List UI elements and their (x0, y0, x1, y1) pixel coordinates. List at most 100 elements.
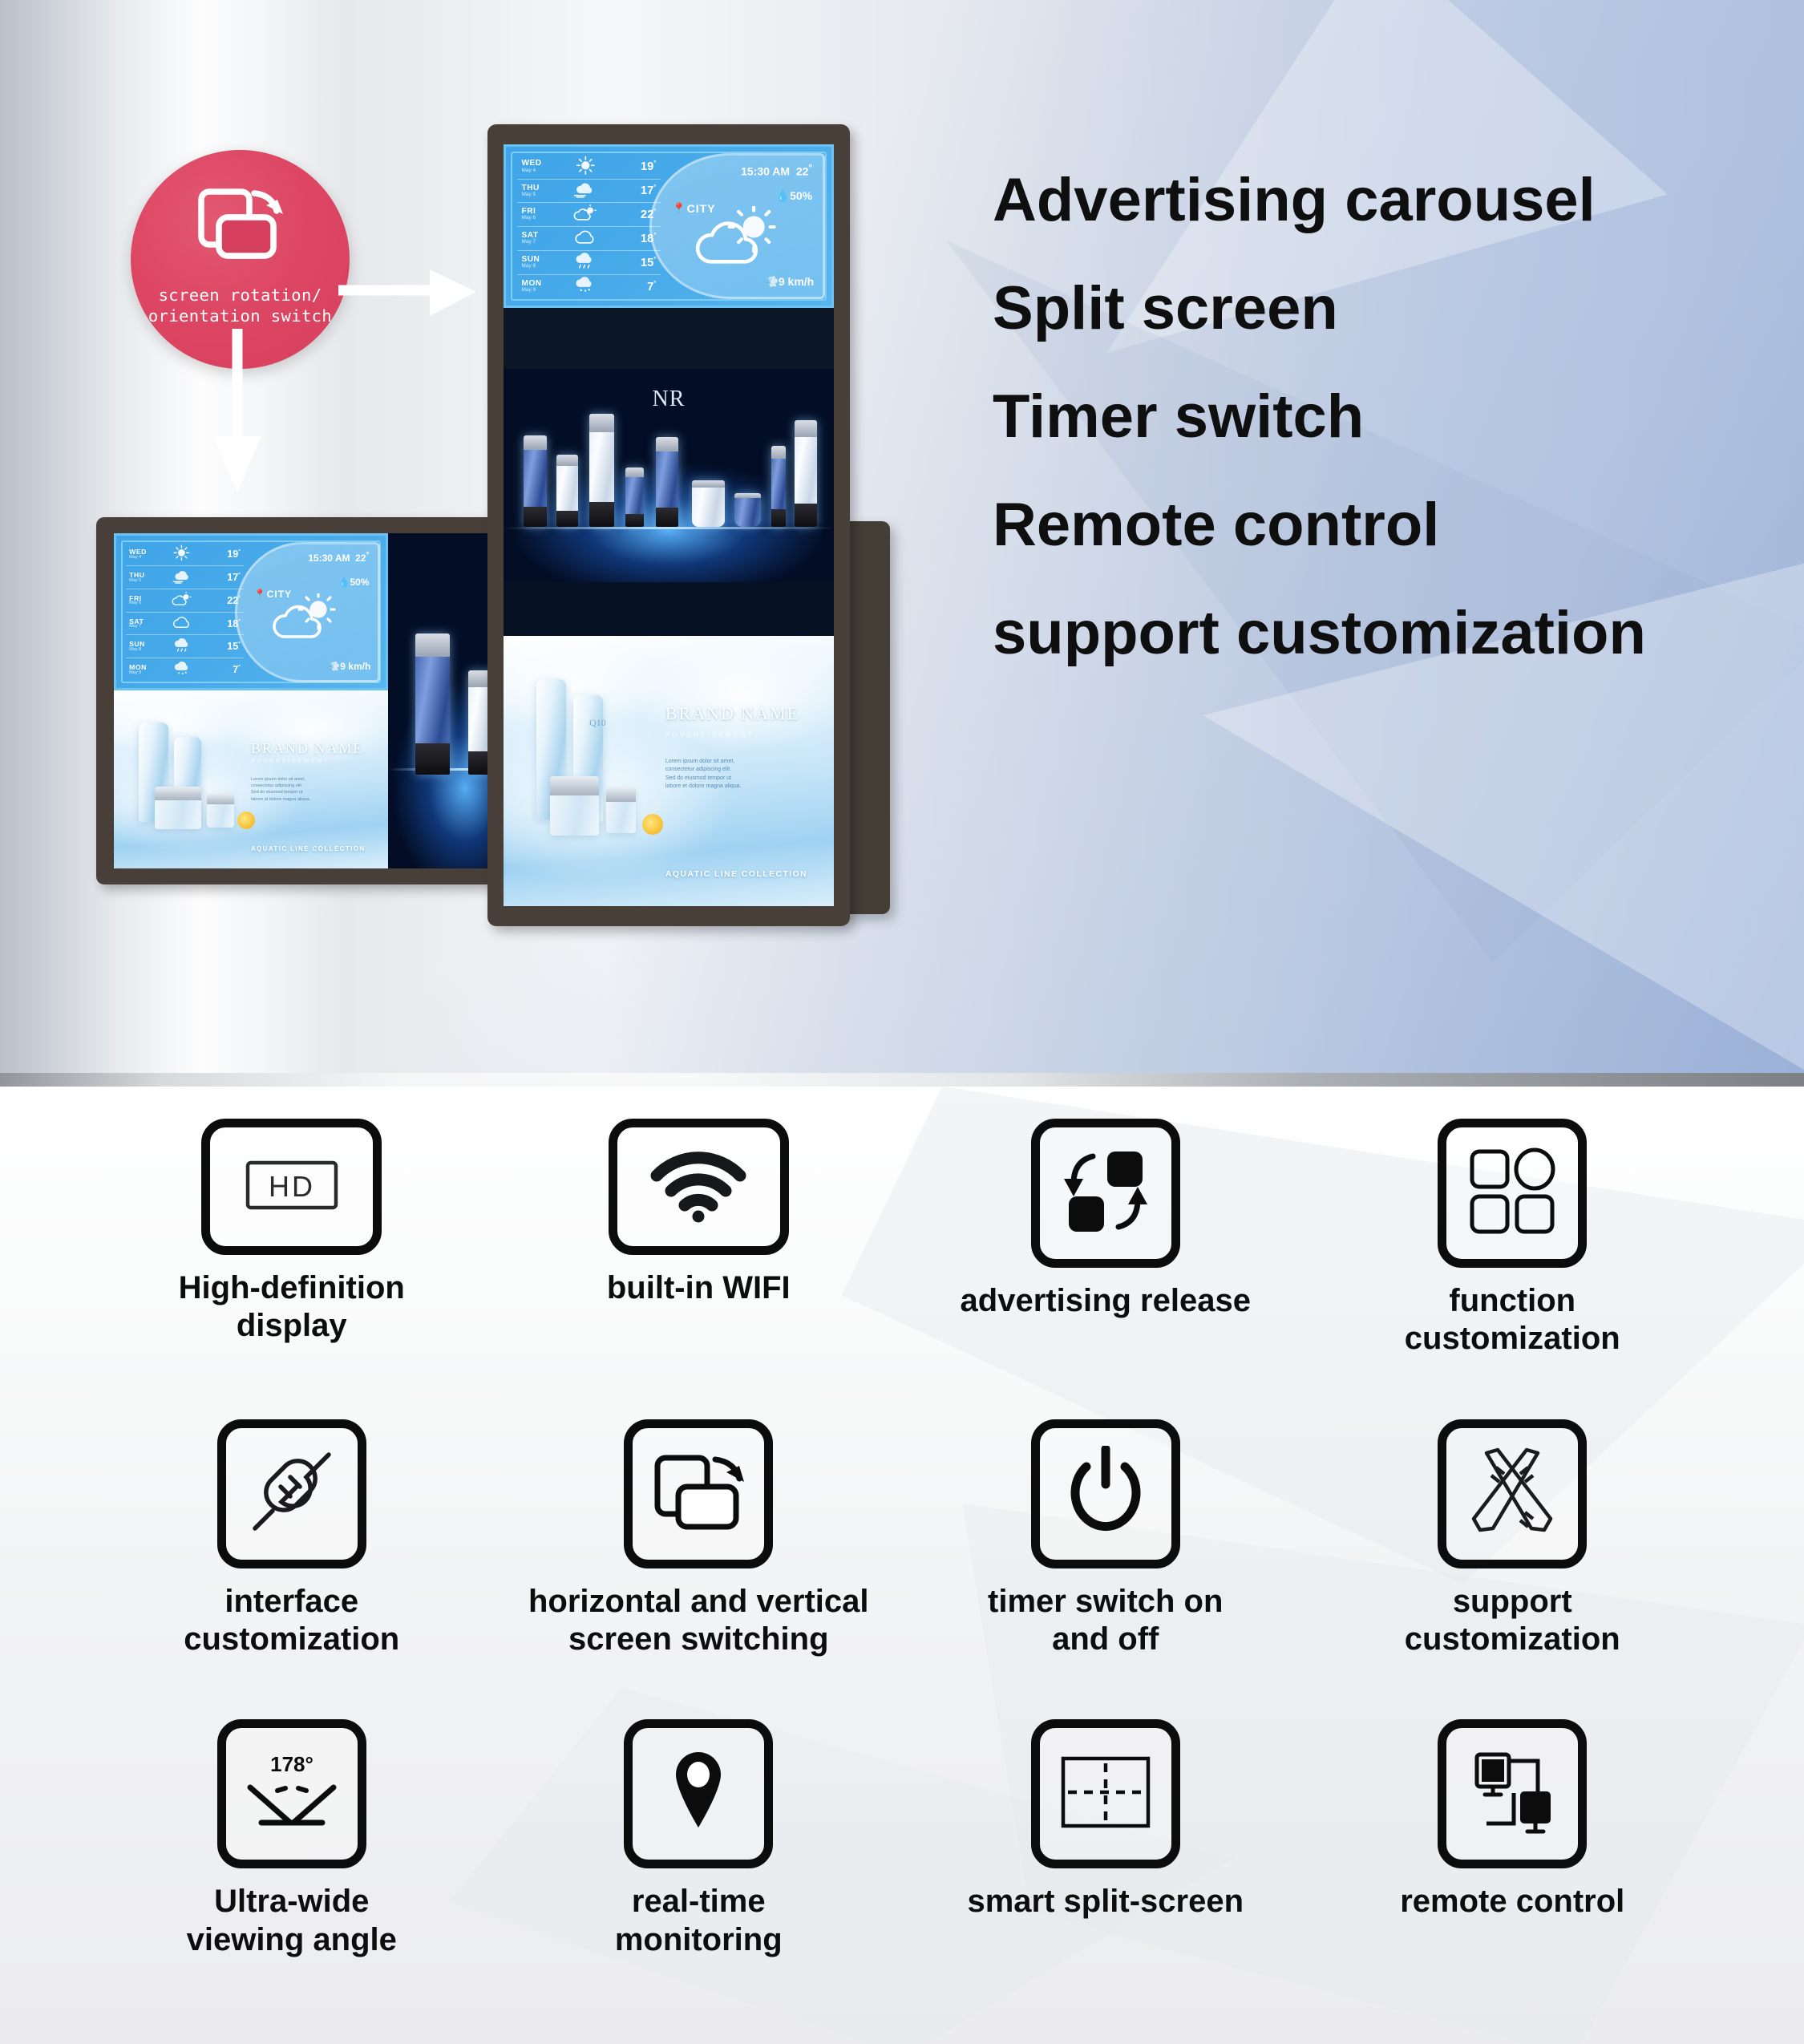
weather-day-date: May 9 (129, 670, 142, 675)
feature-icon-box[interactable]: HD (201, 1119, 382, 1255)
cloud-icon (569, 229, 601, 248)
weather-time: 15:30 AM (308, 552, 350, 565)
feature-cell-8[interactable]: 178° Ultra-wide viewing angle (88, 1719, 495, 2020)
weather-forecast-temp: 22° (227, 594, 241, 606)
ad-body-text: Lorem ipsum dolor sit amet, consectetur … (250, 776, 311, 802)
vertical-display-screen: WEDMay 4 19° THUMay 5 17° FRIMay 6 22° SATMay … (504, 144, 834, 906)
weather-forecast-row: THU May 5 17° (125, 566, 245, 589)
ad-brand-name: BRAND NAME (665, 703, 800, 724)
hd-display-icon: HD (244, 1152, 340, 1223)
weather-forecast-day: SUN May 8 (129, 641, 164, 652)
weather-humidity: 50% (790, 189, 813, 203)
sun-cloud-icon (168, 591, 195, 609)
feature-icon-box[interactable] (1438, 1719, 1588, 1869)
feature-label: remote control (1400, 1884, 1625, 1920)
weather-wind: 9 km/h (340, 660, 371, 672)
vertical-display-spacer-2 (504, 582, 834, 636)
weather-forecast-temp: 22° (640, 208, 657, 222)
vertical-display-spacer (504, 308, 834, 370)
hero-section: screen rotation/ orientation switch WED M… (0, 0, 1804, 1073)
weather-forecast-row: WED May 4 19° (125, 544, 245, 567)
feature-cell-11[interactable]: remote control (1309, 1719, 1717, 2020)
rain-cloud-icon (569, 252, 601, 272)
feature-item-2: Timer switch (993, 382, 1365, 451)
feature-cell-10[interactable]: smart split-screen (902, 1719, 1309, 2020)
feature-label: support customization (1404, 1583, 1620, 1657)
feature-icon-box[interactable] (608, 1119, 789, 1255)
weather-day-date: May 6 (129, 601, 142, 606)
feature-item-3: Remote control (993, 491, 1440, 559)
advertising-release-icon (1058, 1143, 1154, 1244)
svg-text:HD: HD (269, 1170, 315, 1203)
feature-icon-box[interactable] (1030, 1719, 1180, 1869)
sun-cloud-icon (569, 204, 601, 225)
droplet-icon: 💧 (775, 189, 791, 203)
ad-collection-name: AQUATIC LINE COLLECTION (250, 845, 366, 853)
function-grid-icon (1467, 1147, 1557, 1241)
screen-rotation-badge[interactable]: screen rotation/ orientation switch (131, 150, 350, 369)
feature-cell-6[interactable]: timer switch on and off (902, 1419, 1309, 1720)
weather-forecast-row: MON May 9 7° (126, 658, 245, 681)
weather-wind: 9 km/h (778, 274, 815, 288)
ad-collection-name: AQUATIC LINE COLLECTION (665, 869, 808, 880)
ad-product-tag: Q10 (589, 716, 606, 728)
weather-forecast-temp: 19° (640, 160, 657, 174)
weather-forecast-row: SUN May 8 15° (125, 635, 245, 659)
feature-cell-1[interactable]: built-in WIFI (495, 1119, 903, 1419)
vertical-product-showcase-pane: NR (504, 369, 834, 583)
weather-forecast-day: MON May 9 (522, 279, 564, 293)
feature-label: timer switch on and off (988, 1583, 1224, 1657)
weather-forecast-day: THU May 5 (129, 572, 164, 583)
feature-label: smart split-screen (967, 1884, 1244, 1920)
feature-icon-box[interactable] (624, 1719, 774, 1869)
feature-icon-box[interactable]: 178° (216, 1719, 366, 1869)
weather-forecast-day: FRI May 6 (129, 595, 164, 606)
weather-forecast-temp: 7° (233, 664, 241, 676)
location-pin-icon: 📍 (672, 202, 687, 216)
weather-forecast-day: SAT May 7 (129, 617, 164, 629)
weather-day-date: May 7 (129, 624, 142, 629)
snow-cloud-icon (569, 276, 601, 296)
feature-cell-5[interactable]: horizontal and vertical screen switching (495, 1419, 903, 1720)
weather-day-date: May 5 (521, 191, 536, 197)
weather-forecast-row: SATMay 7 18° (517, 227, 661, 251)
feature-cell-9[interactable]: real-time monitoring (495, 1719, 903, 2020)
feature-icon-box[interactable] (1438, 1119, 1588, 1268)
feature-icon-box[interactable] (1030, 1419, 1180, 1568)
feature-label: horizontal and vertical screen switching (528, 1583, 869, 1657)
feature-cell-2[interactable]: advertising release (902, 1119, 1309, 1419)
weather-day-date: May 4 (521, 167, 536, 173)
feature-cell-0[interactable]: HD High-definition display (88, 1119, 495, 1419)
vertical-display[interactable]: WEDMay 4 19° THUMay 5 17° FRIMay 6 22° SATMay … (487, 124, 850, 926)
feature-cell-4[interactable]: interface customization (88, 1419, 495, 1720)
weather-day-date: May 5 (129, 577, 142, 583)
weather-forecast-day: SUN May 8 (522, 255, 564, 269)
feature-icon-box[interactable] (1438, 1419, 1588, 1568)
split-screen-icon (1058, 1754, 1153, 1835)
weather-forecast-row: FRIMay 6 22° (125, 589, 245, 613)
feature-cell-7[interactable]: support customization (1309, 1419, 1717, 1720)
pencil-ruler-icon (1466, 1445, 1559, 1542)
weather-current-temp: 22 (795, 164, 809, 178)
weather-forecast-temp: 17° (640, 184, 657, 198)
wind-icon: 💨 (764, 274, 779, 288)
feature-icon-box[interactable] (1030, 1119, 1180, 1268)
wifi-icon (649, 1147, 748, 1228)
feature-cell-3[interactable]: function customization (1309, 1119, 1717, 1419)
feature-icon-box[interactable] (624, 1419, 774, 1568)
cloud-icon (168, 615, 195, 632)
weather-current-temp: 22 (355, 552, 366, 565)
feature-icon-box[interactable] (216, 1419, 366, 1568)
feature-list: Advertising carousel Split screen Timer … (993, 170, 1754, 664)
weather-main-icon (268, 591, 338, 646)
remote-network-icon (1466, 1748, 1559, 1840)
svg-text:178°: 178° (270, 1752, 313, 1776)
weather-day-name: WED (521, 159, 542, 168)
showcase-logo: NR (652, 386, 686, 411)
weather-forecast-temp: 7° (647, 279, 657, 293)
weather-day-date: May 4 (129, 554, 142, 560)
feature-label: built-in WIFI (606, 1270, 791, 1305)
weather-forecast-day: FRI May 6 (522, 208, 564, 221)
snow-cloud-icon (168, 661, 195, 678)
weather-forecast-temp: 17° (227, 572, 241, 584)
